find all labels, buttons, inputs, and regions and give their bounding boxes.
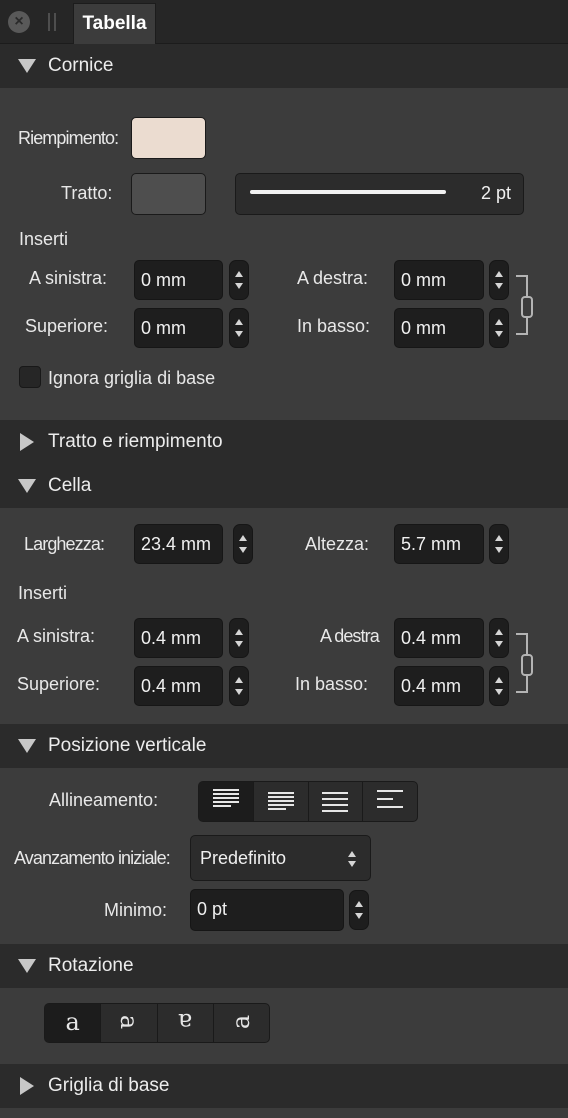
cell-right-stepper[interactable] [489,618,509,658]
stroke-width-value: 2 pt [480,183,511,203]
rotate-270-icon[interactable]: a [214,1004,269,1042]
link-cell-insets-icon[interactable] [516,633,533,693]
align-center-icon[interactable] [254,782,309,821]
alignment-label: Allineamento: [49,790,159,810]
stroke-preview-line [250,190,446,194]
link-insets-icon[interactable] [516,275,533,335]
cell-bottom-field[interactable]: 0.4 mm [394,666,484,706]
cell-right-label: A destra [320,626,380,646]
section-header-cornice[interactable]: Cornice [0,44,568,88]
bottom-inset-label: In basso: [297,316,371,336]
top-inset-field[interactable]: 0 mm [134,308,223,348]
section-title: Cornice [48,55,114,76]
top-inset-label: Superiore: [25,316,109,336]
rotate-0-icon[interactable]: a [45,1004,102,1042]
insets-label: Inserti [19,229,69,249]
ignore-baseline-label[interactable]: Ignora griglia di base [48,368,215,389]
disclosure-open-icon [18,59,36,73]
disclosure-open-icon [18,739,36,753]
cell-width-label: Larghezza: [24,534,105,554]
disclosure-open-icon [18,959,36,973]
bottom-inset-stepper[interactable] [489,308,509,348]
disclosure-closed-icon [20,1077,34,1095]
left-inset-field[interactable]: 0 mm [134,260,223,300]
cell-top-stepper[interactable] [229,666,249,706]
cell-left-label: A sinistra: [17,626,96,646]
first-advance-select[interactable]: Predefinito [190,835,371,881]
cell-insets-label: Inserti [18,583,68,603]
bottom-inset-field[interactable]: 0 mm [394,308,484,348]
stroke-label: Tratto: [61,183,113,203]
rotation-segmented-control[interactable]: a a a a [44,1003,270,1043]
left-inset-stepper[interactable] [229,260,249,300]
fill-swatch[interactable] [131,117,206,159]
cell-height-field[interactable]: 5.7 mm [394,524,484,564]
cell-left-stepper[interactable] [229,618,249,658]
stroke-swatch[interactable] [131,173,206,215]
ignore-baseline-checkbox[interactable] [19,366,41,388]
section-title: Posizione verticale [48,735,207,756]
first-advance-label: Avanzamento iniziale: [14,848,171,868]
minimum-label: Minimo: [104,900,168,920]
cell-bottom-label: In basso: [295,674,369,694]
close-icon[interactable]: × [8,11,30,33]
minimum-stepper[interactable] [349,890,369,930]
cell-left-field[interactable]: 0.4 mm [134,618,223,658]
section-title: Rotazione [48,955,134,976]
cell-height-stepper[interactable] [489,524,509,564]
cell-height-label: Altezza: [305,534,370,554]
section-title: Griglia di base [48,1075,170,1096]
cell-top-label: Superiore: [17,674,101,694]
alignment-segmented-control[interactable] [198,781,418,822]
section-header-rotation[interactable]: Rotazione [0,944,568,988]
fill-label: Riempimento: [18,128,119,148]
disclosure-open-icon [18,479,36,493]
cell-width-field[interactable]: 23.4 mm [134,524,223,564]
right-inset-label: A destra: [297,268,369,288]
right-inset-stepper[interactable] [489,260,509,300]
section-header-stroke-fill[interactable]: Tratto e riempimento [0,420,568,464]
align-top-icon[interactable] [199,782,254,821]
stroke-width-picker[interactable]: 2 pt [235,173,524,215]
minimum-field[interactable]: 0 pt [190,889,344,931]
right-inset-field[interactable]: 0 mm [394,260,484,300]
section-title: Tratto e riempimento [48,431,223,452]
rotate-180-icon[interactable]: a [158,1004,214,1042]
section-header-vertical-position[interactable]: Posizione verticale [0,724,568,768]
top-inset-stepper[interactable] [229,308,249,348]
section-header-baseline-grid[interactable]: Griglia di base [0,1064,568,1108]
grip-icon[interactable] [48,13,56,31]
align-justify-icon[interactable] [309,782,364,821]
rotate-90-icon[interactable]: a [101,1004,158,1042]
cell-width-stepper[interactable] [233,524,253,564]
cell-right-field[interactable]: 0.4 mm [394,618,484,658]
section-title: Cella [48,475,92,496]
cell-bottom-stepper[interactable] [489,666,509,706]
left-inset-label: A sinistra: [29,268,108,288]
disclosure-closed-icon [20,433,34,451]
tab-tabella[interactable]: Tabella [73,3,156,44]
align-bottom-icon[interactable] [363,782,417,821]
cell-top-field[interactable]: 0.4 mm [134,666,223,706]
section-header-cella[interactable]: Cella [0,464,568,508]
